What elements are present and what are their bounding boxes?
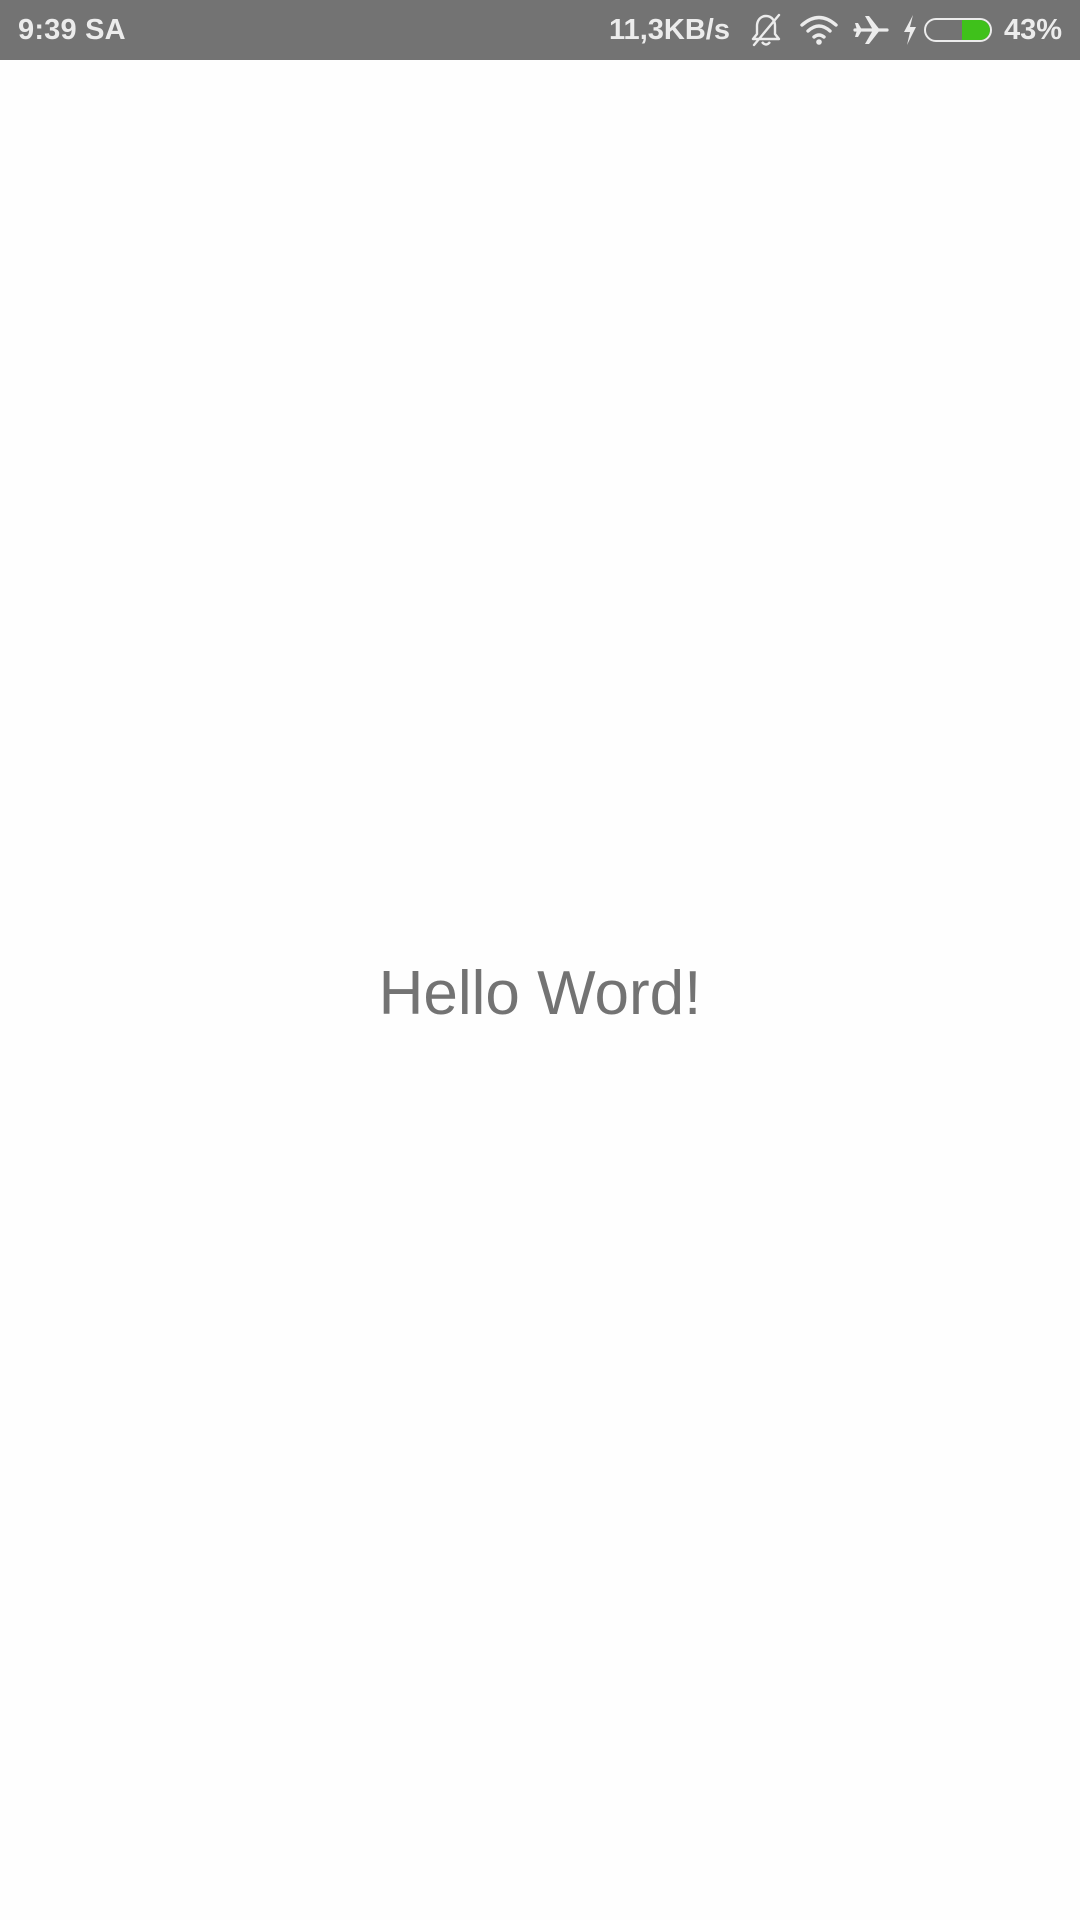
battery-gauge [923, 18, 992, 42]
wifi-icon [798, 0, 840, 60]
hello-text: Hello Word! [378, 958, 702, 1028]
bell-off-icon [746, 0, 786, 60]
app-screen: 9:39 SA 11,3KB/s 43% Hello Word! [0, 0, 1080, 1920]
airplane-mode-icon [852, 0, 890, 60]
battery-percent: 43% [1003, 13, 1062, 46]
battery-icon [923, 0, 1004, 60]
status-time: 9:39 SA [18, 13, 126, 46]
main-content: Hello Word! [0, 60, 1080, 1920]
battery-fill [962, 20, 990, 40]
status-bar: 9:39 SA 11,3KB/s 43% [0, 0, 1080, 60]
charging-bolt-icon [900, 0, 920, 60]
network-speed: 11,3KB/s [609, 13, 730, 46]
status-indicators: 11,3KB/s 43% [609, 0, 1062, 60]
